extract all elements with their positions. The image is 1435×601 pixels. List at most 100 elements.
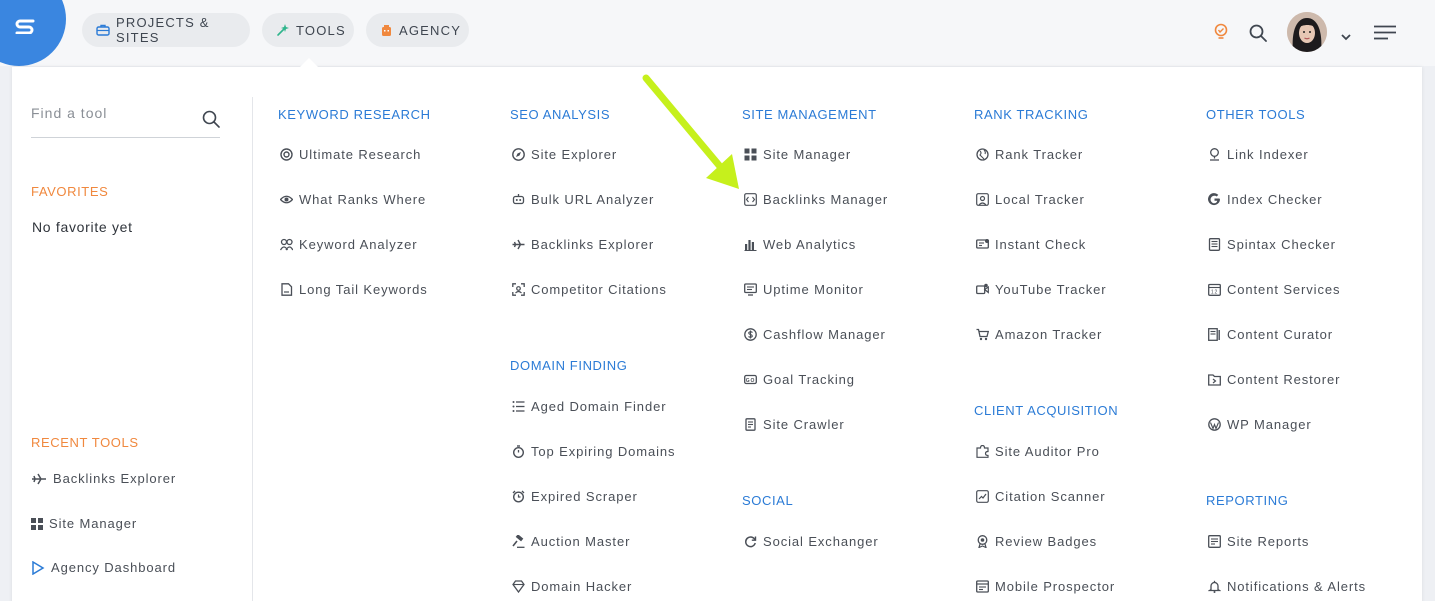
goal-icon: GO	[742, 371, 758, 387]
tool-label: Backlinks Explorer	[531, 236, 655, 252]
tool-link-rank-tracker[interactable]: Rank Tracker	[974, 146, 1083, 162]
compass-icon	[510, 146, 526, 162]
tool-label: Expired Scraper	[531, 488, 638, 504]
tool-link-backlinks-manager[interactable]: Backlinks Manager	[742, 191, 888, 207]
scanner-icon	[974, 488, 990, 504]
tool-label: YouTube Tracker	[995, 281, 1107, 297]
tool-label: Aged Domain Finder	[531, 398, 667, 414]
search-icon[interactable]	[1249, 24, 1267, 47]
tool-link-site-manager[interactable]: Site Manager	[742, 146, 851, 162]
logo[interactable]	[0, 0, 66, 66]
tool-link-auction-master[interactable]: Auction Master	[510, 533, 630, 549]
google-icon	[1206, 191, 1222, 207]
tool-label: Index Checker	[1227, 191, 1323, 207]
tool-link-notifications-and-alerts[interactable]: Notifications & Alerts	[1206, 578, 1366, 594]
tool-label: Notifications & Alerts	[1227, 578, 1367, 594]
tool-link-citation-scanner[interactable]: Citation Scanner	[974, 488, 1106, 504]
nav-projects-sites[interactable]: PROJECTS & SITES	[82, 13, 250, 47]
plane-icon	[31, 472, 47, 486]
recent-tool-label: Agency Dashboard	[51, 560, 176, 575]
recent-tool-site-manager[interactable]: Site Manager	[31, 516, 137, 531]
tool-link-site-reports[interactable]: Site Reports	[1206, 533, 1309, 549]
tool-link-spintax-checker[interactable]: Spintax Checker	[1206, 236, 1336, 252]
tool-label: Social Exchanger	[763, 533, 879, 549]
globe-icon	[974, 146, 990, 162]
tool-link-competitor-citations[interactable]: Competitor Citations	[510, 281, 667, 297]
tool-link-index-checker[interactable]: Index Checker	[1206, 191, 1323, 207]
tool-link-instant-check[interactable]: Instant Check	[974, 236, 1086, 252]
tool-label: Top Expiring Domains	[531, 443, 676, 459]
nav-tools[interactable]: TOOLS	[262, 13, 354, 47]
tool-label: Content Restorer	[1227, 371, 1341, 387]
tool-label: Mobile Prospector	[995, 578, 1116, 594]
tool-link-content-services[interactable]: 12 Content Services	[1206, 281, 1340, 297]
avatar[interactable]	[1287, 12, 1327, 52]
monitor-icon	[742, 281, 758, 297]
avatar-image	[1287, 12, 1327, 52]
tool-link-aged-domain-finder[interactable]: Aged Domain Finder	[510, 398, 666, 414]
gavel-icon	[510, 533, 526, 549]
search-icon[interactable]	[202, 110, 220, 133]
tool-link-mobile-prospector[interactable]: Mobile Prospector	[974, 578, 1115, 594]
tool-link-wp-manager[interactable]: WP Manager	[1206, 416, 1312, 432]
recent-tool-label: Site Manager	[49, 516, 138, 531]
tool-link-social-exchanger[interactable]: Social Exchanger	[742, 533, 879, 549]
tool-link-review-badges[interactable]: Review Badges	[974, 533, 1097, 549]
tool-link-top-expiring-domains[interactable]: Top Expiring Domains	[510, 443, 675, 459]
list-icon	[510, 398, 526, 414]
chevron-down-icon[interactable]	[1341, 28, 1351, 46]
tool-label: WP Manager	[1227, 416, 1312, 432]
tool-label: Auction Master	[531, 533, 631, 549]
tool-link-long-tail-keywords[interactable]: Long Tail Keywords	[278, 281, 428, 297]
wordpress-icon	[1206, 416, 1222, 432]
tool-link-uptime-monitor[interactable]: Uptime Monitor	[742, 281, 864, 297]
doc-icon	[1206, 236, 1222, 252]
tool-link-content-curator[interactable]: Content Curator	[1206, 326, 1333, 342]
folder-icon	[1206, 371, 1222, 387]
tool-label: Competitor Citations	[531, 281, 667, 297]
tool-link-content-restorer[interactable]: Content Restorer	[1206, 371, 1340, 387]
tool-label: Local Tracker	[995, 191, 1085, 207]
file-icon	[278, 281, 294, 297]
tool-link-amazon-tracker[interactable]: Amazon Tracker	[974, 326, 1102, 342]
grid-icon	[31, 517, 43, 530]
recent-tool-backlinks-explorer[interactable]: Backlinks Explorer	[31, 471, 176, 486]
tool-search-field[interactable]: Find a tool	[31, 98, 220, 138]
tool-label: What Ranks Where	[299, 191, 427, 207]
tool-link-domain-hacker[interactable]: Domain Hacker	[510, 578, 632, 594]
eye-icon	[278, 191, 294, 207]
logo-icon	[15, 19, 35, 34]
tool-link-site-crawler[interactable]: Site Crawler	[742, 416, 845, 432]
calendar-icon: 12	[1206, 281, 1222, 297]
nav-agency[interactable]: AGENCY	[366, 13, 469, 47]
tool-link-bulk-url-analyzer[interactable]: Bulk URL Analyzer	[510, 191, 654, 207]
tool-link-keyword-analyzer[interactable]: Keyword Analyzer	[278, 236, 417, 252]
tool-link-cashflow-manager[interactable]: Cashflow Manager	[742, 326, 886, 342]
lightbulb-icon[interactable]	[1213, 23, 1229, 46]
tool-link-youtube-tracker[interactable]: YouTube Tracker	[974, 281, 1107, 297]
index-icon	[1206, 146, 1222, 162]
tool-link-site-auditor-pro[interactable]: Site Auditor Pro	[974, 443, 1100, 459]
tool-label: Long Tail Keywords	[299, 281, 428, 297]
tool-label: Amazon Tracker	[995, 326, 1103, 342]
dropdown-caret	[300, 58, 318, 67]
recent-tools-heading: RECENT TOOLS	[31, 435, 139, 450]
tool-label: Content Curator	[1227, 326, 1333, 342]
search-input[interactable]: Find a tool	[31, 105, 107, 121]
tool-link-backlinks-explorer[interactable]: Backlinks Explorer	[510, 236, 654, 252]
tool-link-goal-tracking[interactable]: GO Goal Tracking	[742, 371, 855, 387]
tool-label: Review Badges	[995, 533, 1098, 549]
robot-icon	[510, 191, 526, 207]
menu-icon[interactable]	[1374, 25, 1396, 45]
tool-link-local-tracker[interactable]: Local Tracker	[974, 191, 1085, 207]
tool-link-what-ranks-where[interactable]: What Ranks Where	[278, 191, 426, 207]
tool-link-expired-scraper[interactable]: Expired Scraper	[510, 488, 638, 504]
tool-link-link-indexer[interactable]: Link Indexer	[1206, 146, 1309, 162]
recent-tool-agency-dashboard[interactable]: Agency Dashboard	[31, 560, 176, 575]
tool-label: Site Explorer	[531, 146, 618, 162]
tool-link-site-explorer[interactable]: Site Explorer	[510, 146, 617, 162]
refresh-icon	[742, 533, 758, 549]
section-heading-seo-analysis: SEO ANALYSIS	[510, 107, 611, 122]
tool-link-web-analytics[interactable]: Web Analytics	[742, 236, 856, 252]
tool-link-ultimate-research[interactable]: Ultimate Research	[278, 146, 421, 162]
